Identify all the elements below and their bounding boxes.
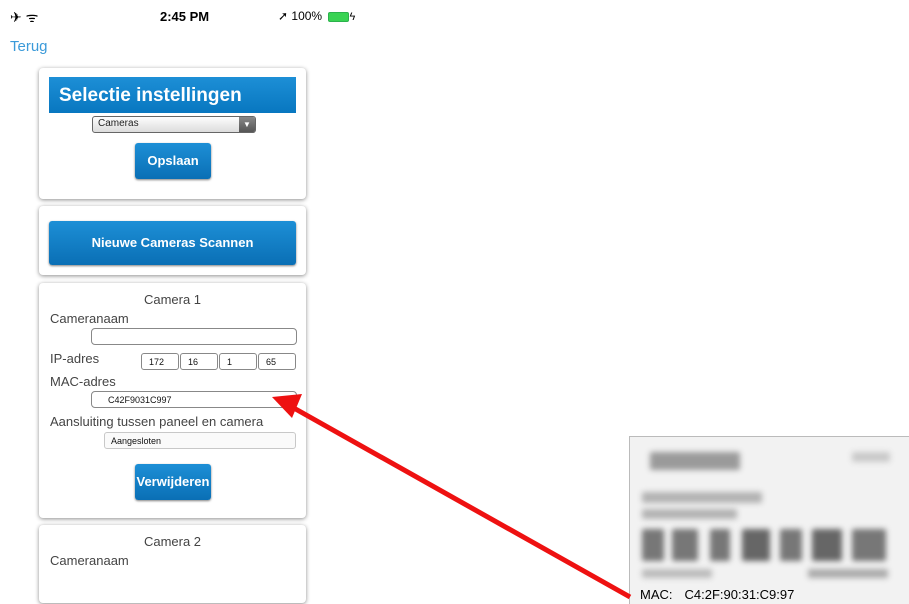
annotation-arrow — [272, 394, 632, 600]
arrow-head-icon — [272, 394, 302, 418]
arrow-line — [290, 404, 632, 600]
